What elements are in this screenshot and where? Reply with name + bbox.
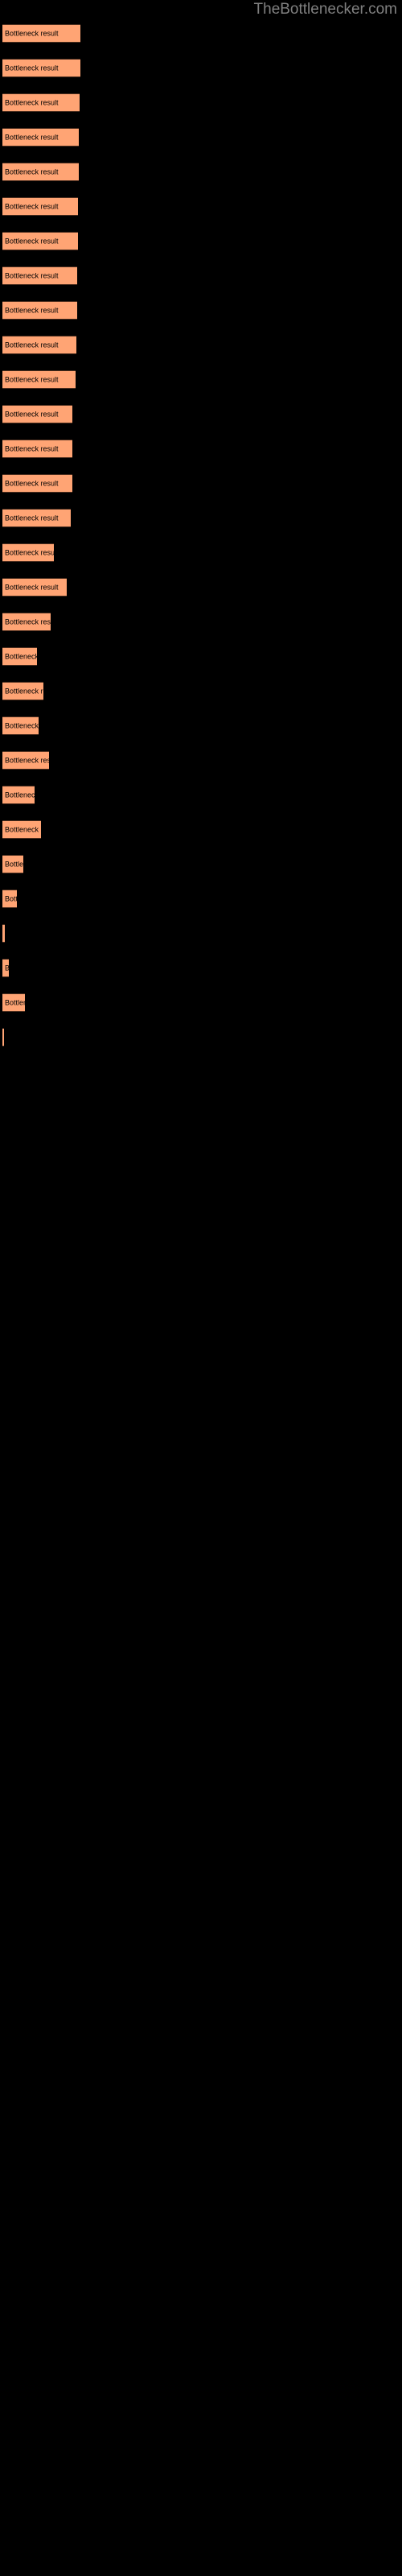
bar-item: Bottleneck result	[2, 128, 79, 147]
bar-item: Bottleneck result	[2, 820, 41, 839]
bar-item: Bottleneck result	[2, 509, 71, 527]
bar-label-clip: Bottleneck result	[2, 302, 77, 319]
bar-label: Bottleneck result	[5, 687, 43, 695]
bar-label: Bottleneck result	[5, 964, 9, 972]
bottleneck-chart: TheBottlenecker.com Bottleneck result Bot…	[0, 0, 402, 2576]
bar-label-clip: Bottleneck result	[2, 198, 78, 215]
bar-label: Bottleneck result	[5, 133, 59, 141]
bar-label: Bottleneck result	[5, 998, 25, 1006]
bar-label-clip: Bottleneck result	[2, 786, 35, 803]
bar-label: Bottleneck result	[5, 237, 59, 245]
bar-label-clip: Bottleneck result	[2, 510, 71, 526]
bar-label: Bottleneck result	[5, 825, 41, 833]
bar-item: Bottleneck result	[2, 855, 23, 873]
bar-item: Bottleneck result	[2, 474, 72, 493]
bar-item: Bottleneck result	[2, 440, 72, 458]
bar-item: Bottleneck result	[2, 24, 80, 43]
bar-label: Bottleneck result	[5, 29, 59, 37]
bar-item: Bottleneck result	[2, 543, 54, 562]
bar-label-clip: Bottleneck result	[2, 129, 79, 146]
bar-label: Bottleneck result	[5, 167, 59, 175]
bar-label-clip: Bottleneck result	[2, 579, 67, 596]
bar-label-clip: Bottleneck result	[2, 25, 80, 42]
bar-label: Bottleneck result	[5, 410, 59, 418]
bar-item: Bottleneck result	[2, 682, 43, 700]
bar-item: Bottleneck result	[2, 890, 17, 908]
bar-item: Bottleneck result	[2, 993, 25, 1012]
bar-label-clip: Bottleneck result	[2, 1029, 4, 1046]
bar-label-clip: Bottleneck result	[2, 336, 76, 353]
bar-label: Bottleneck result	[5, 271, 59, 279]
bar-label: Bottleneck result	[5, 548, 54, 556]
bar-label: Bottleneck result	[5, 341, 59, 349]
bar-series: Bottleneck result Bottleneck result Bottle…	[0, 0, 402, 2576]
bar-label: Bottleneck result	[5, 860, 23, 868]
bar-label: Bottleneck result	[5, 514, 59, 522]
bar-item: Bottleneck result	[2, 336, 76, 354]
bar-label: Bottleneck result	[5, 583, 59, 591]
bar-label: Bottleneck result	[5, 306, 59, 314]
bar-item: Bottleneck result	[2, 647, 37, 666]
bar-label-clip: Bottleneck result	[2, 890, 17, 907]
bar-label: Bottleneck result	[5, 652, 37, 660]
bar-item: Bottleneck result	[2, 578, 67, 597]
bar-label: Bottleneck result	[5, 479, 59, 487]
bar-item: Bottleneck result	[2, 301, 77, 320]
bar-item: Bottleneck result	[2, 232, 78, 250]
bar-label: Bottleneck result	[5, 756, 49, 764]
bar-item: Bottleneck result	[2, 613, 51, 631]
bar-label-clip: Bottleneck result	[2, 683, 43, 700]
bar-label: Bottleneck result	[5, 202, 59, 210]
bar-item: Bottleneck result	[2, 751, 49, 770]
bar-label-clip: Bottleneck result	[2, 233, 78, 250]
bar-label-clip: Bottleneck result	[2, 960, 9, 976]
bar-label-clip: Bottleneck result	[2, 406, 72, 423]
bar-label-clip: Bottleneck result	[2, 440, 72, 457]
bar-label-clip: Bottleneck result	[2, 925, 5, 942]
bar-label-clip: Bottleneck result	[2, 60, 80, 76]
bar-item: Bottleneck result	[2, 197, 78, 216]
bar-label: Bottleneck result	[5, 617, 51, 625]
bar-item: Bottleneck result	[2, 405, 72, 423]
bar-label: Bottleneck result	[5, 444, 59, 452]
bar-label-clip: Bottleneck result	[2, 544, 54, 561]
bar-label-clip: Bottleneck result	[2, 613, 51, 630]
bar-label: Bottleneck result	[5, 721, 39, 729]
bar-item: Bottleneck result	[2, 716, 39, 735]
bar-item: Bottleneck result	[2, 959, 9, 977]
bar-item: Bottleneck result	[2, 924, 5, 943]
bar-label-clip: Bottleneck result	[2, 994, 25, 1011]
bar-label-clip: Bottleneck result	[2, 267, 77, 284]
bar-item: Bottleneck result	[2, 786, 35, 804]
bar-label: Bottleneck result	[5, 791, 35, 799]
bar-item: Bottleneck result	[2, 93, 80, 112]
bar-item: Bottleneck result	[2, 266, 77, 285]
bar-item: Bottleneck result	[2, 370, 76, 389]
bar-label-clip: Bottleneck result	[2, 94, 80, 111]
bar-label-clip: Bottleneck result	[2, 648, 37, 665]
bar-label: Bottleneck result	[5, 375, 59, 383]
bar-label: Bottleneck result	[5, 64, 59, 72]
bar-label-clip: Bottleneck result	[2, 821, 41, 838]
bar-label-clip: Bottleneck result	[2, 163, 79, 180]
bar-label-clip: Bottleneck result	[2, 856, 23, 873]
bar-item: Bottleneck result	[2, 163, 79, 181]
bar-label-clip: Bottleneck result	[2, 475, 72, 492]
bar-label: Bottleneck result	[5, 98, 59, 106]
bar-item: Bottleneck result	[2, 1028, 4, 1046]
bar-item: Bottleneck result	[2, 59, 80, 77]
bar-label-clip: Bottleneck result	[2, 752, 49, 769]
bar-label-clip: Bottleneck result	[2, 371, 76, 388]
bar-label-clip: Bottleneck result	[2, 717, 39, 734]
bar-label: Bottleneck result	[5, 894, 17, 902]
